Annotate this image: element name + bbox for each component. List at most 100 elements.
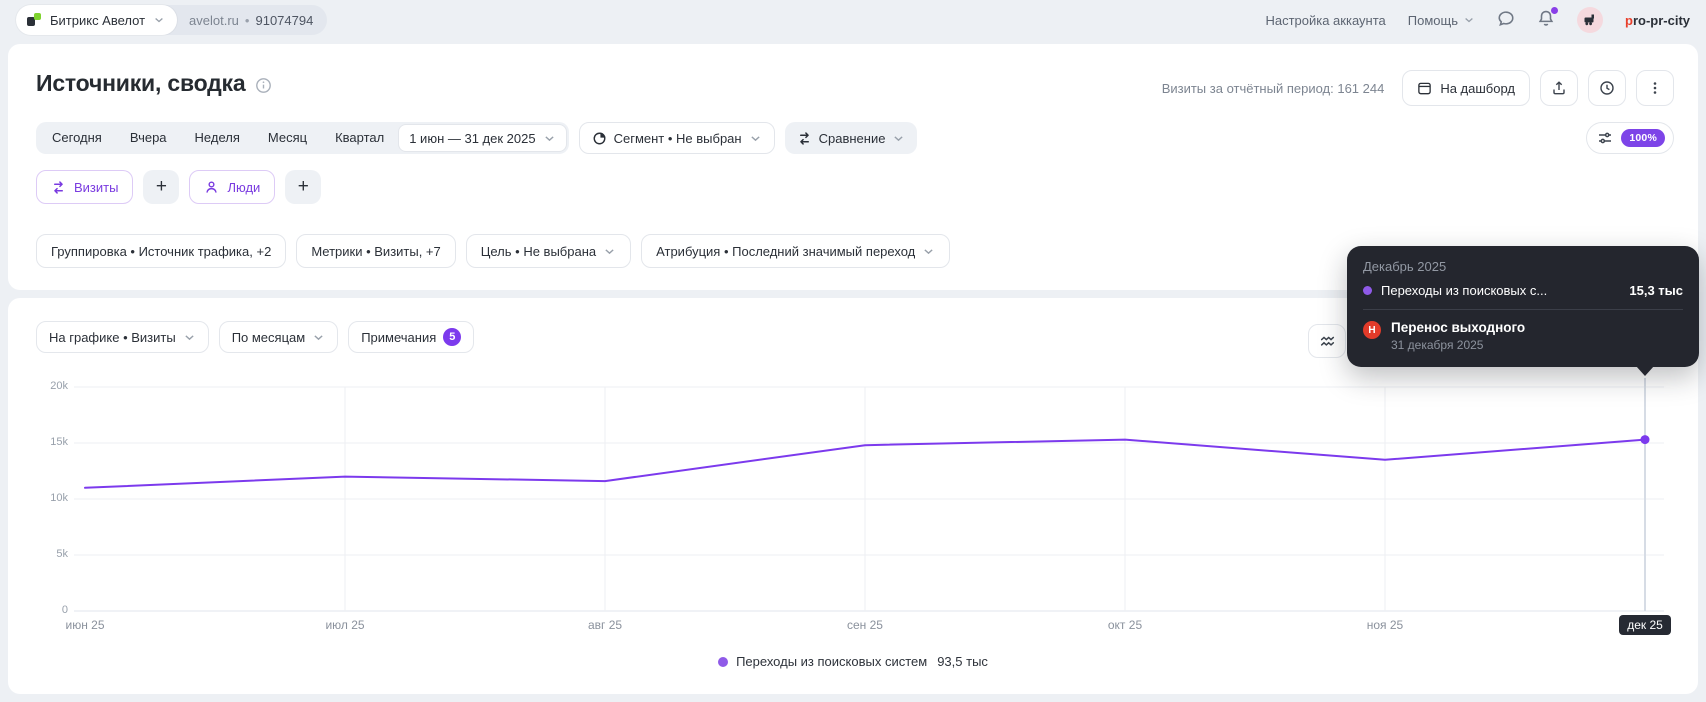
legend-value: 93,5 тыс — [937, 654, 988, 669]
period-tab-0[interactable]: Сегодня — [38, 124, 116, 152]
info-icon[interactable] — [255, 77, 272, 94]
tooltip-series-row: Переходы из поисковых с... 15,3 тыс — [1363, 283, 1683, 298]
history-button[interactable] — [1588, 70, 1626, 106]
title-row: Источники, сводка — [36, 70, 272, 97]
kebab-icon — [1647, 80, 1663, 96]
period-row: Сегодня Вчера Неделя Месяц Квартал 1 июн — 3… — [36, 122, 1674, 154]
user-login-suffix: ro-pr-city — [1632, 12, 1690, 28]
header-actions: Визиты за отчётный период: 161 244 На да… — [1162, 70, 1674, 106]
x-tick-active-badge: дек 25 — [1619, 615, 1671, 635]
tooltip-pointer — [1636, 366, 1654, 376]
counter-switcher: Битрикс Авелот avelot.ru • 91074794 — [16, 5, 328, 35]
filter-label: Атрибуция • Последний значимый переход — [656, 243, 916, 259]
counter-name: Битрикс Авелот — [50, 12, 146, 28]
x-tick-3: сен 25 — [847, 618, 883, 632]
legend-dot — [718, 656, 729, 667]
help-menu[interactable]: Помощь — [1408, 13, 1475, 28]
export-button[interactable] — [1540, 70, 1578, 106]
chart-type-button[interactable] — [1308, 324, 1346, 358]
chevron-down-icon — [749, 132, 762, 145]
filter-pill-0[interactable]: Группировка • Источник трафика, +2 — [36, 234, 287, 268]
x-tick-5: ноя 25 — [1366, 618, 1404, 632]
add-metric-button[interactable]: + — [143, 170, 180, 204]
to-dashboard-button[interactable]: На дашборд — [1402, 70, 1530, 106]
y-tick-0: 20k — [50, 380, 68, 392]
notifications-button[interactable] — [1537, 6, 1558, 32]
counter-id: 91074794 — [255, 12, 314, 28]
x-tick-2: авг 25 — [587, 618, 623, 632]
period-tab-3[interactable]: Месяц — [254, 124, 321, 152]
comparison-select[interactable]: Сравнение — [784, 122, 918, 154]
filter-pill-1[interactable]: Метрики • Визиты, +7 — [296, 234, 456, 268]
period-tab-1[interactable]: Вчера — [116, 124, 181, 152]
filter-label: Метрики • Визиты, +7 — [311, 243, 441, 259]
x-tick-0: июн 25 — [65, 618, 105, 632]
note-title: Перенос выходного — [1391, 320, 1526, 335]
date-range-select[interactable]: 1 июн — 31 дек 2025 — [398, 124, 567, 152]
filter-label: Группировка • Источник трафика, +2 — [51, 243, 272, 259]
notification-dot — [1550, 6, 1558, 14]
period-tab-4[interactable]: Квартал — [321, 124, 398, 152]
segment-pie-icon — [592, 131, 607, 146]
share-icon — [1551, 80, 1567, 96]
period-tab-2[interactable]: Неделя — [181, 124, 254, 152]
note-badge-icon: Н — [1363, 321, 1381, 339]
filter-pill-2[interactable]: Цель • Не выбрана — [465, 234, 632, 268]
counter-meta: avelot.ru • 91074794 — [177, 13, 313, 28]
feedback-button[interactable] — [1497, 9, 1515, 32]
user-login[interactable]: pro-pr-city — [1625, 13, 1690, 28]
avatar[interactable] — [1576, 7, 1603, 33]
metric-visits-button[interactable]: Визиты — [36, 170, 134, 204]
account-settings-link[interactable]: Настройка аккаунта — [1265, 13, 1385, 28]
topbar-right: Настройка аккаунта Помощь pro-pr-city — [1265, 6, 1690, 33]
user-login-prefix: p — [1624, 12, 1633, 28]
period-tabs: Сегодня Вчера Неделя Месяц Квартал — [38, 124, 398, 152]
y-tick-2: 10k — [50, 492, 68, 504]
filter-label: Цель • Не выбрана — [480, 243, 597, 259]
x-tick-4: окт 25 — [1107, 618, 1143, 632]
y-tick-3: 5k — [56, 548, 68, 560]
sampling-control[interactable]: 100% — [1586, 122, 1674, 154]
metric-people-label: Люди — [227, 179, 261, 195]
page-title: Источники, сводка — [36, 70, 246, 96]
visits-icon — [51, 180, 66, 195]
chart-legend: Переходы из поисковых систем 93,5 тыс — [8, 654, 1698, 669]
chevron-down-icon — [922, 245, 935, 258]
clock-icon — [1599, 80, 1615, 96]
topbar-left: Битрикс Авелот avelot.ru • 91074794 — [16, 5, 328, 35]
to-dashboard-label: На дашборд — [1440, 80, 1515, 96]
period-tabs-group: Сегодня Вчера Неделя Месяц Квартал 1 июн — 3… — [36, 122, 569, 154]
metric-visits-label: Визиты — [74, 179, 119, 195]
chevron-down-icon — [1463, 14, 1475, 26]
chevron-down-icon — [153, 14, 165, 26]
counter-select[interactable]: Битрикс Авелот — [16, 5, 178, 35]
metrics-row: Визиты + Люди + — [36, 170, 322, 204]
chevron-down-icon — [543, 132, 556, 145]
tooltip-series-label: Переходы из поисковых с... — [1381, 283, 1548, 298]
tooltip-series-dot — [1363, 286, 1372, 295]
person-icon — [204, 180, 219, 195]
dashboard-icon — [1417, 81, 1432, 96]
topbar: Битрикс Авелот avelot.ru • 91074794 Наст… — [0, 0, 1706, 40]
wavy-lines-icon — [1319, 333, 1336, 350]
metric-people-button[interactable]: Люди — [189, 170, 276, 204]
comparison-label: Сравнение — [818, 130, 886, 146]
segment-select[interactable]: Сегмент • Не выбран — [578, 122, 775, 154]
sampling-badge: 100% — [1621, 129, 1665, 147]
y-tick-4: 0 — [61, 604, 68, 616]
chart-tooltip: Декабрь 2025 Переходы из поисковых с... … — [1347, 246, 1699, 376]
segment-label: Сегмент • Не выбран — [613, 130, 742, 146]
legend-label[interactable]: Переходы из поисковых систем — [736, 654, 927, 669]
date-range-value: 1 июн — 31 дек 2025 — [409, 130, 536, 146]
more-menu-button[interactable] — [1636, 70, 1674, 106]
tooltip-series-value: 15,3 тыс — [1629, 283, 1683, 298]
chevron-down-icon — [603, 245, 616, 258]
compare-arrows-icon — [797, 131, 812, 146]
tooltip-title: Декабрь 2025 — [1363, 259, 1447, 274]
filter-pill-3[interactable]: Атрибуция • Последний значимый переход — [641, 234, 951, 268]
add-segment-button[interactable]: + — [285, 170, 322, 204]
chevron-down-icon — [892, 132, 905, 145]
help-label: Помощь — [1407, 12, 1458, 28]
separator-dot: • — [244, 12, 250, 28]
chat-bubble-icon — [1497, 9, 1515, 27]
